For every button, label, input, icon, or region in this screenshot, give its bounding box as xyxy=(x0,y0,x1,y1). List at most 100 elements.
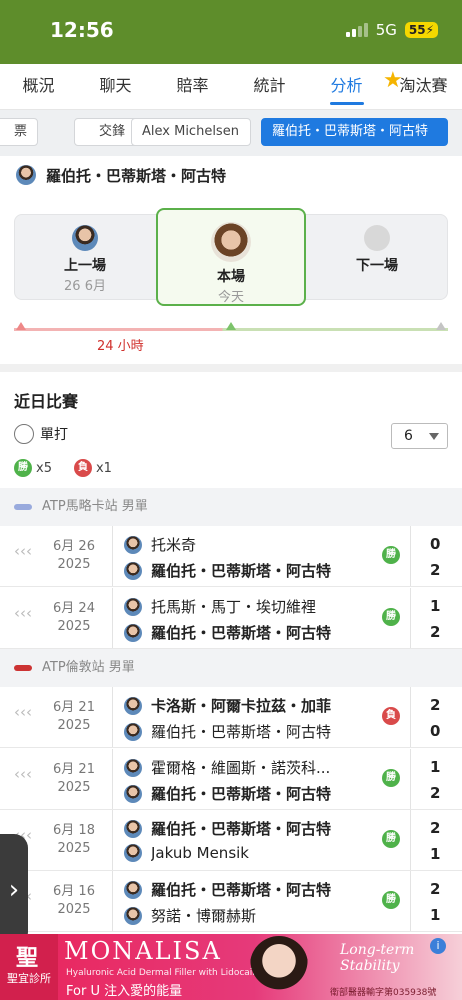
score-2: 2 xyxy=(430,623,441,641)
match-row[interactable]: ‹‹‹ 6月 18 2025 羅伯托・巴蒂斯塔・阿古特 Jakub Mensik … xyxy=(0,810,462,871)
match-row[interactable]: ‹‹‹ 6月 162025 羅伯托・巴蒂斯塔・阿古特 努諾・博爾赫斯 勝 2 1 xyxy=(0,871,462,932)
win-loss-summary: 勝 x5 負 x1 xyxy=(14,459,112,477)
caret-down-icon xyxy=(429,433,439,440)
hours-gap: 24 小時 xyxy=(97,339,144,354)
match-count-value: 6 xyxy=(404,428,413,444)
avatar xyxy=(124,597,142,616)
ad-model-image xyxy=(250,936,308,998)
player-1: 霍爾格・維圖斯・諾茨科... xyxy=(124,757,374,778)
score-2: 1 xyxy=(430,906,441,924)
match-row[interactable]: ‹‹‹ 6月 24 2025 托馬斯・馬丁・埃切維裡 羅伯托・巴蒂斯塔・阿古特 勝… xyxy=(0,588,462,649)
timeline-marker-current xyxy=(226,322,236,330)
clinic-logo: 聖 聖宜診所 xyxy=(0,934,58,1000)
match-date: 6月 24 2025 xyxy=(53,601,95,634)
ad-license: 衛部醫器輸字第035938號 xyxy=(330,988,437,998)
player-1: 羅伯托・巴蒂斯塔・阿古特 xyxy=(124,879,374,900)
player-name: 羅伯托・巴蒂斯塔・阿古特 xyxy=(46,166,227,185)
singles-filter[interactable]: 單打 xyxy=(14,424,68,444)
current-avatar xyxy=(211,222,251,262)
result-badge: 勝 xyxy=(382,608,400,626)
avatar xyxy=(124,561,142,580)
league-header: ATP馬略卡站 男單 xyxy=(0,488,462,526)
chip-player[interactable]: 羅伯托・巴蒂斯塔・阿古特 xyxy=(261,118,448,146)
tab-overview[interactable]: 概況 xyxy=(0,64,77,109)
score-2: 2 xyxy=(430,784,441,802)
avatar xyxy=(124,819,142,838)
player-1: 托米奇 xyxy=(124,534,374,555)
league-logo-icon xyxy=(14,504,32,510)
ad-tagline: Hyaluronic Acid Dermal Filler with Lidoc… xyxy=(66,968,264,978)
tab-odds[interactable]: 賠率 xyxy=(154,64,231,109)
timeline-marker-previous xyxy=(16,322,26,330)
ad-banner[interactable]: 聖 聖宜診所 MONALISA Hyaluronic Acid Dermal F… xyxy=(0,934,462,1000)
loss-badge: 負 xyxy=(73,459,92,477)
match-row[interactable]: ‹‹‹ 6月 21 2025 霍爾格・維圖斯・諾茨科... 羅伯托・巴蒂斯塔・阿古… xyxy=(0,749,462,810)
status-time: 12:56 xyxy=(50,18,114,42)
match-date: 6月 16 2025 xyxy=(53,884,95,917)
result-badge: 負 xyxy=(382,707,400,725)
current-match[interactable]: 本場 今天 xyxy=(156,208,306,306)
avatar xyxy=(124,696,142,715)
ad-info-icon[interactable]: i xyxy=(430,938,446,954)
singles-label: 單打 xyxy=(40,427,68,443)
match-row[interactable]: ‹‹‹ 6月 21 2025 卡洛斯・阿爾卡拉茲・加菲 羅伯托・巴蒂斯塔・阿古特 … xyxy=(0,687,462,748)
loss-count: x1 xyxy=(95,460,112,476)
match-count-select[interactable]: 6 xyxy=(391,423,448,449)
score-2: 0 xyxy=(430,722,441,740)
previous-match[interactable]: 上一場 26 6月 xyxy=(15,225,155,294)
avatar xyxy=(124,535,142,554)
league-name: ATP馬略卡站 男單 xyxy=(42,499,148,514)
league-logo-icon xyxy=(14,665,32,671)
score-1: 1 xyxy=(430,758,441,776)
score-1: 0 xyxy=(430,535,441,553)
result-badge: 勝 xyxy=(382,891,400,909)
avatar xyxy=(124,844,142,862)
battery-icon: 55⚡ xyxy=(404,22,438,38)
avatar xyxy=(124,623,142,642)
swipe-hint-icon: ‹‹‹ xyxy=(14,604,32,622)
ad-brand: MONALISA xyxy=(64,937,222,965)
league-header: ATP倫敦站 男單 xyxy=(0,649,462,687)
player-2: 羅伯托・巴蒂斯塔・阿古特 xyxy=(124,721,374,742)
chevron-right-icon: › xyxy=(8,875,20,905)
avatar xyxy=(124,906,142,925)
player-2: 羅伯托・巴蒂斯塔・阿古特 xyxy=(124,560,374,581)
league-name: ATP倫敦站 男單 xyxy=(42,660,135,675)
score-1: 2 xyxy=(430,880,441,898)
player-avatar xyxy=(16,165,36,185)
chip-votes[interactable]: 票 xyxy=(0,118,38,146)
network-type: 5G xyxy=(375,21,397,39)
player-1: 羅伯托・巴蒂斯塔・阿古特 xyxy=(124,818,374,839)
current-date: 今天 xyxy=(217,290,244,305)
next-label: 下一場 xyxy=(356,258,398,274)
score-1: 2 xyxy=(430,819,441,837)
tab-stats[interactable]: 統計 xyxy=(231,64,308,109)
drawer-handle[interactable]: › xyxy=(0,834,28,946)
previous-date: 26 6月 xyxy=(64,279,106,294)
unknown-player-icon xyxy=(364,225,390,251)
swipe-hint-icon: ‹‹‹ xyxy=(14,765,32,783)
result-badge: 勝 xyxy=(382,546,400,564)
radio-icon[interactable] xyxy=(14,424,34,444)
avatar xyxy=(124,784,142,803)
signal-icon xyxy=(345,23,368,37)
avatar xyxy=(124,758,142,777)
player-2: Jakub Mensik xyxy=(124,844,374,862)
score-1: 2 xyxy=(430,696,441,714)
avatar xyxy=(124,722,142,741)
match-row[interactable]: ‹‹‹ 6月 26 2025 托米奇 羅伯托・巴蒂斯塔・阿古特 勝 0 2 xyxy=(0,526,462,587)
timeline xyxy=(14,322,448,336)
chip-opponent[interactable]: Alex Michelsen xyxy=(131,118,251,146)
player-2: 羅伯托・巴蒂斯塔・阿古特 xyxy=(124,622,374,643)
swipe-hint-icon: ‹‹‹ xyxy=(14,542,32,560)
avatar xyxy=(124,880,142,899)
timeline-marker-next xyxy=(436,322,446,330)
tab-analysis[interactable]: 分析 xyxy=(308,64,385,109)
next-match[interactable]: 下一場 xyxy=(307,225,447,275)
match-date: 6月 26 2025 xyxy=(53,539,95,572)
win-badge: 勝 xyxy=(14,459,32,477)
tab-chat[interactable]: 聊天 xyxy=(77,64,154,109)
player-1: 托馬斯・馬丁・埃切維裡 xyxy=(124,596,374,617)
star-icon[interactable]: ★ xyxy=(383,68,403,93)
clinic-mark-icon: 聖 xyxy=(16,946,39,971)
